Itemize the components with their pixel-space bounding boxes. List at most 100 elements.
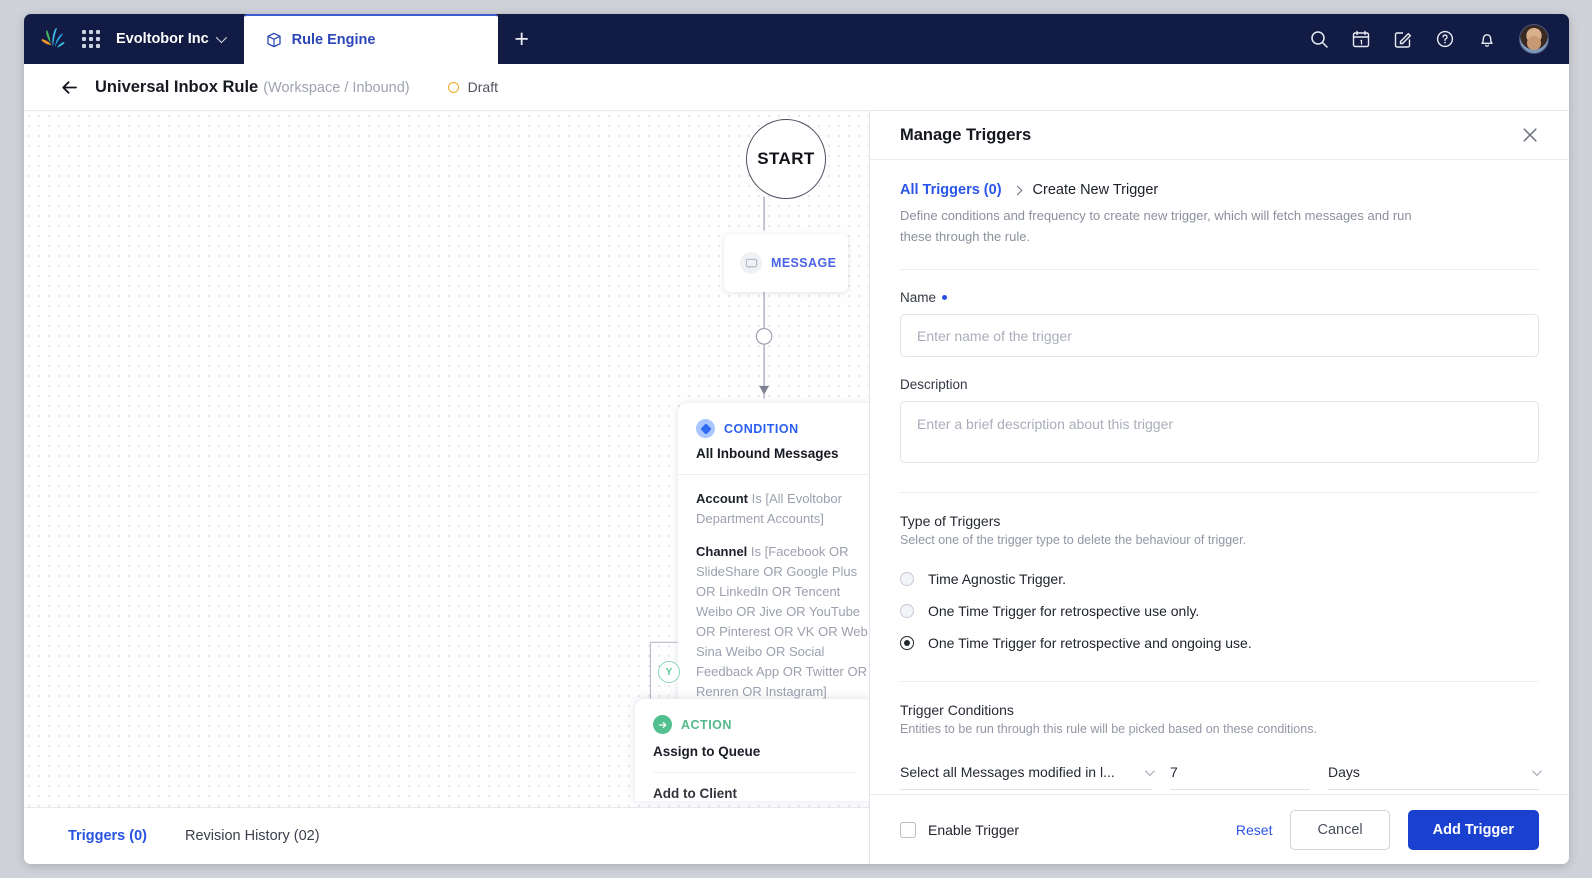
rule-scope-label: (Workspace / Inbound)	[263, 79, 410, 96]
divider	[900, 492, 1539, 493]
tab-revision-history[interactable]: Revision History (02)	[185, 828, 320, 844]
flow-node-message[interactable]: MESSAGE	[724, 234, 848, 292]
description-label: Description	[900, 377, 1539, 392]
flow-node-start[interactable]: START	[746, 119, 826, 199]
condition-scope-value: Select all Messages modified in l...	[900, 764, 1115, 780]
condition-scope-select[interactable]: Select all Messages modified in l...	[900, 764, 1155, 790]
panel-footer: Enable Trigger Reset Cancel Add Trigger	[870, 794, 1569, 864]
bell-icon[interactable]	[1477, 29, 1497, 49]
flow-node-condition[interactable]: CONDITION All Inbound Messages Account I…	[678, 403, 869, 715]
radio-indicator	[900, 572, 914, 586]
trigger-type-subtitle: Select one of the trigger type to delete…	[900, 533, 1247, 547]
condition-clause-key: Channel	[696, 544, 748, 559]
action-node-next-title: Add to Client	[653, 786, 737, 801]
divider	[900, 269, 1539, 270]
canvas-footer-tabs: Triggers (0) Revision History (02)	[24, 807, 869, 864]
condition-kind-label: CONDITION	[724, 421, 799, 436]
trigger-type-section: Type of Triggers Select one of the trigg…	[900, 513, 1539, 651]
condition-icon	[696, 419, 715, 438]
app-window: Evoltobor Inc Rule Engine + Universal In…	[24, 14, 1569, 864]
message-icon	[740, 252, 762, 274]
condition-clause-key: Account	[696, 491, 748, 506]
required-dot-icon	[942, 295, 948, 300]
name-label-text: Name	[900, 290, 937, 305]
action-kind-label: ACTION	[681, 717, 732, 732]
status-badge: Draft	[447, 79, 498, 95]
condition-unit-value: Days	[1328, 764, 1360, 780]
radio-one-time-retrospective-ongoing[interactable]: One Time Trigger for retrospective and o…	[900, 635, 1539, 651]
chevron-down-icon	[215, 31, 227, 44]
condition-number-value: 7	[1170, 764, 1178, 780]
action-arrow-icon	[653, 715, 672, 734]
top-navigation-bar: Evoltobor Inc Rule Engine +	[24, 14, 1569, 64]
reset-button[interactable]: Reset	[1236, 822, 1273, 838]
trigger-name-input[interactable]	[900, 314, 1539, 357]
chevron-right-icon	[1012, 185, 1022, 195]
search-icon[interactable]	[1309, 29, 1329, 49]
trigger-conditions-title: Trigger Conditions	[900, 702, 1014, 718]
cube-icon	[266, 32, 282, 48]
sprinklr-logo[interactable]	[38, 26, 68, 52]
breadcrumb-current: Create New Trigger	[1032, 182, 1159, 198]
breadcrumb-description: Define conditions and frequency to creat…	[900, 208, 1412, 244]
condition-clause-value: Is [Facebook OR SlideShare OR Google Plu…	[696, 544, 868, 699]
help-icon[interactable]	[1435, 29, 1455, 49]
trigger-type-radio-group: Time Agnostic Trigger. One Time Trigger …	[900, 571, 1539, 651]
divider	[900, 681, 1539, 682]
name-field-group: Name	[900, 290, 1539, 357]
condition-node-body: Account Is [All Evoltobor Department Acc…	[678, 475, 869, 702]
org-switcher[interactable]: Evoltobor Inc	[116, 31, 227, 47]
rule-flow-canvas[interactable]: START MESSAGE CONDITION All Inbound Mess…	[24, 111, 869, 864]
close-icon[interactable]	[1521, 126, 1539, 144]
action-node-header: ACTION	[635, 715, 869, 734]
trigger-conditions-section: Trigger Conditions Entities to be run th…	[900, 702, 1542, 790]
calendar-icon[interactable]	[1351, 29, 1371, 49]
tab-rule-engine[interactable]: Rule Engine	[243, 14, 498, 64]
name-label: Name	[900, 290, 1539, 305]
condition-clause: Account Is [All Evoltobor Department Acc…	[696, 489, 869, 529]
enable-trigger-label: Enable Trigger	[928, 821, 1020, 838]
radio-indicator	[900, 636, 914, 650]
compose-icon[interactable]	[1393, 29, 1413, 49]
condition-kind-row: CONDITION	[696, 419, 869, 438]
radio-one-time-retrospective[interactable]: One Time Trigger for retrospective use o…	[900, 603, 1539, 619]
description-field-group: Description	[900, 377, 1539, 468]
breadcrumb-all-triggers[interactable]: All Triggers (0)	[900, 182, 1002, 198]
back-arrow-icon[interactable]	[60, 78, 79, 97]
action-node-title: Assign to Queue	[653, 744, 761, 759]
tab-bar: Rule Engine +	[243, 14, 546, 64]
action-kind-row: ACTION	[653, 715, 857, 734]
branch-badge-yes[interactable]: Y	[658, 661, 680, 683]
condition-clause: Channel Is [Facebook OR SlideShare OR Go…	[696, 542, 869, 702]
enable-trigger-checkbox[interactable]: Enable Trigger	[900, 821, 1020, 838]
chevron-down-icon	[1144, 765, 1155, 776]
add-trigger-button[interactable]: Add Trigger	[1407, 809, 1539, 850]
tab-triggers[interactable]: Triggers (0)	[68, 828, 147, 844]
rule-subheader: Universal Inbox Rule (Workspace / Inbound…	[24, 64, 1569, 111]
panel-content: All Triggers (0) Create New Trigger Defi…	[870, 160, 1569, 794]
trigger-conditions-subtitle: Entities to be run through this rule wil…	[900, 722, 1317, 736]
trigger-type-title: Type of Triggers	[900, 513, 1001, 529]
radio-label: One Time Trigger for retrospective use o…	[928, 603, 1200, 619]
apps-grid-icon[interactable]	[82, 30, 100, 48]
condition-number-input[interactable]: 7	[1170, 764, 1310, 790]
condition-unit-select[interactable]: Days	[1328, 764, 1542, 790]
nav-left-group: Evoltobor Inc	[24, 14, 227, 64]
condition-node-title: All Inbound Messages	[696, 446, 839, 461]
cancel-button[interactable]: Cancel	[1290, 809, 1390, 850]
tab-label: Rule Engine	[291, 32, 376, 48]
flow-node-action[interactable]: ACTION Assign to Queue Add to Client	[635, 699, 869, 801]
radio-label: One Time Trigger for retrospective and o…	[928, 635, 1252, 651]
radio-time-agnostic[interactable]: Time Agnostic Trigger.	[900, 571, 1539, 587]
add-tab-button[interactable]: +	[498, 14, 546, 64]
trigger-description-input[interactable]	[900, 401, 1539, 463]
trigger-condition-row: Select all Messages modified in l... 7 D…	[900, 764, 1542, 790]
main-body: START MESSAGE CONDITION All Inbound Mess…	[24, 111, 1569, 864]
status-dot-icon	[447, 81, 459, 93]
org-name-label: Evoltobor Inc	[116, 31, 209, 47]
rule-title-text: Universal Inbox Rule	[95, 77, 259, 96]
status-label: Draft	[467, 79, 498, 95]
panel-header: Manage Triggers	[870, 111, 1569, 160]
avatar[interactable]	[1519, 24, 1549, 54]
chevron-down-icon	[1531, 765, 1542, 776]
